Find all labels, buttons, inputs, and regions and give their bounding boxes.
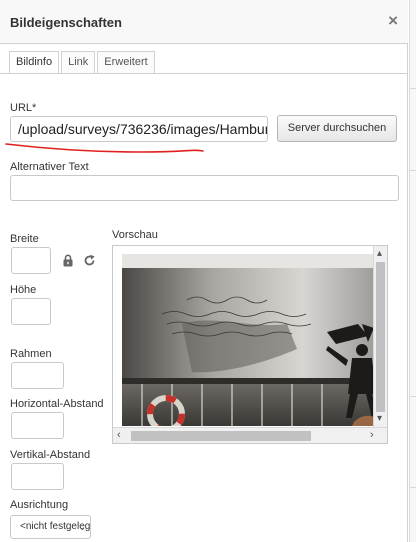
background-divider — [409, 396, 416, 397]
background-page-edge — [409, 0, 416, 542]
close-icon[interactable]: × — [388, 11, 398, 31]
vspace-label: Vertikal-Abstand — [10, 449, 91, 461]
scroll-down-icon[interactable]: ▾ — [377, 414, 382, 424]
vertical-scroll-thumb[interactable] — [376, 262, 385, 412]
browse-server-button[interactable]: Server durchsuchen — [277, 115, 397, 142]
background-divider — [409, 88, 416, 89]
scroll-left-icon[interactable]: ‹ — [117, 430, 121, 441]
tab-erweitert[interactable]: Erweitert — [97, 51, 155, 73]
preview-label: Vorschau — [112, 229, 158, 241]
alt-text-label: Alternativer Text — [10, 161, 89, 173]
scroll-right-icon[interactable]: › — [370, 430, 374, 441]
horizontal-scroll-thumb[interactable] — [131, 431, 311, 441]
width-label: Breite — [10, 233, 39, 245]
dialog-title: Bildeigenschaften — [10, 15, 122, 30]
hspace-input[interactable] — [11, 412, 64, 439]
tab-bar: Bildinfo Link Erweitert — [9, 51, 155, 74]
background-divider — [409, 170, 416, 171]
image-properties-dialog: Bildeigenschaften × Bildinfo Link Erweit… — [0, 0, 408, 542]
tab-bildinfo[interactable]: Bildinfo — [9, 51, 60, 74]
preview-panel: ▴ ▾ ‹ › — [112, 245, 388, 444]
chevron-down-icon: ⌄ — [78, 522, 86, 532]
height-label: Höhe — [10, 284, 37, 296]
align-select[interactable]: <nicht festgelegt> ⌄ — [10, 515, 91, 539]
vertical-scrollbar[interactable]: ▴ ▾ — [373, 246, 387, 428]
align-label: Ausrichtung — [10, 499, 69, 511]
hspace-label: Horizontal-Abstand — [10, 398, 104, 410]
height-input[interactable] — [11, 298, 51, 325]
background-divider — [409, 487, 416, 488]
url-label: URL* — [10, 102, 37, 114]
border-label: Rahmen — [10, 348, 52, 360]
preview-image — [122, 254, 380, 426]
border-input[interactable] — [11, 362, 64, 389]
lock-icon[interactable] — [62, 254, 74, 267]
dialog-header: Bildeigenschaften × — [0, 0, 408, 44]
alt-text-input[interactable] — [10, 175, 399, 201]
refresh-icon[interactable] — [83, 254, 96, 267]
width-input[interactable] — [11, 247, 51, 274]
vspace-input[interactable] — [11, 463, 64, 490]
horizontal-scrollbar[interactable]: ‹ › — [113, 427, 387, 443]
tab-link[interactable]: Link — [61, 51, 96, 73]
red-underline-annotation — [5, 143, 204, 153]
scroll-up-icon[interactable]: ▴ — [377, 249, 382, 259]
url-input[interactable]: /upload/surveys/736236/images/Hamburg-Ha… — [10, 116, 268, 142]
theater-scene-image — [122, 254, 380, 426]
tab-divider — [0, 73, 408, 74]
